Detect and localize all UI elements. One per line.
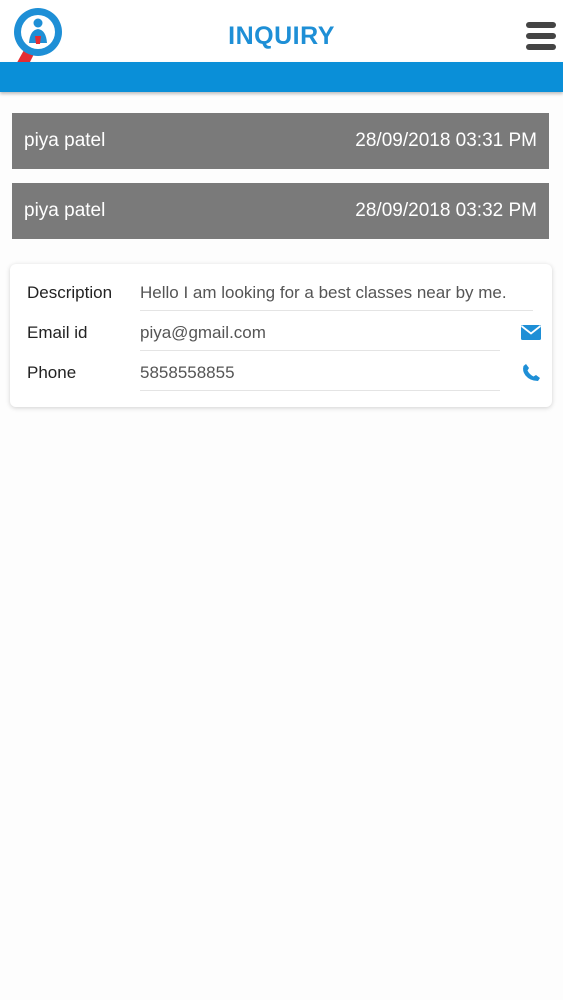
phone-field: Phone 5858558855 bbox=[27, 353, 540, 391]
hamburger-icon-bar bbox=[526, 33, 556, 39]
inquiry-name: piya patel bbox=[24, 200, 106, 221]
field-divider bbox=[140, 350, 500, 351]
inquiry-detail-card: Description Hello I am looking for a bes… bbox=[10, 264, 552, 407]
app-header: INQUIRY bbox=[0, 0, 563, 77]
hamburger-icon-bar bbox=[526, 22, 556, 28]
mail-icon[interactable] bbox=[520, 322, 542, 342]
phone-icon[interactable] bbox=[520, 362, 542, 382]
phone-label: Phone bbox=[27, 363, 77, 382]
description-field: Description Hello I am looking for a bes… bbox=[27, 273, 537, 311]
description-label: Description bbox=[27, 283, 113, 302]
field-divider bbox=[140, 310, 533, 311]
inquiry-row[interactable]: piya patel 28/09/2018 03:32 PM bbox=[12, 183, 549, 239]
header-accent-bar bbox=[0, 62, 563, 92]
email-field: Email id piya@gmail.com bbox=[27, 313, 542, 351]
app-screen: INQUIRY piya patel 28/09/2018 03:31 PM p… bbox=[0, 0, 563, 1000]
page-title: INQUIRY bbox=[228, 22, 335, 50]
inquiry-name: piya patel bbox=[24, 130, 106, 151]
hamburger-icon-bar bbox=[526, 44, 556, 50]
field-divider bbox=[140, 390, 500, 391]
inquiry-row[interactable]: piya patel 28/09/2018 03:31 PM bbox=[12, 113, 549, 169]
inquiry-datetime: 28/09/2018 03:32 PM bbox=[355, 200, 537, 221]
description-value: Hello I am looking for a best classes ne… bbox=[140, 283, 507, 302]
email-label: Email id bbox=[27, 323, 88, 342]
phone-value[interactable]: 5858558855 bbox=[140, 363, 235, 383]
menu-button[interactable] bbox=[524, 20, 558, 52]
email-value[interactable]: piya@gmail.com bbox=[140, 323, 266, 343]
inquiry-datetime: 28/09/2018 03:31 PM bbox=[355, 130, 537, 151]
